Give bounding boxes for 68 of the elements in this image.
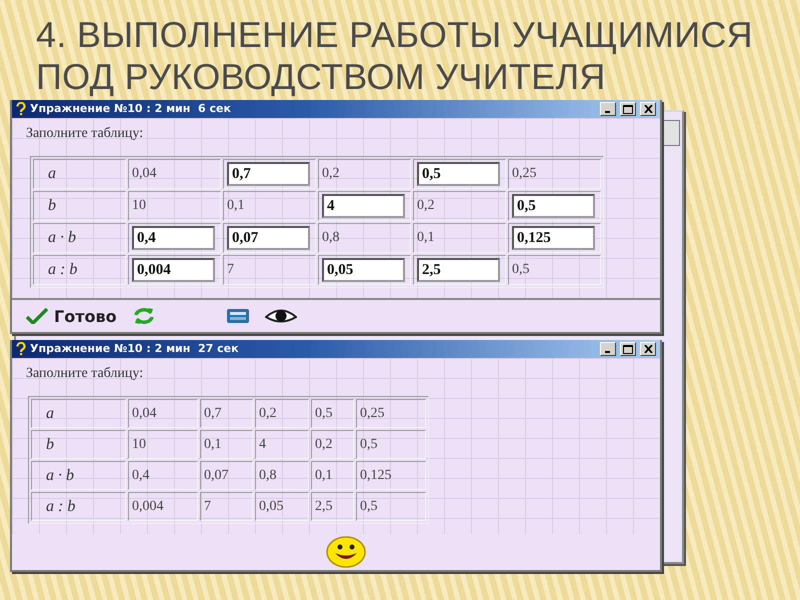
table-cell: 0,25 — [356, 399, 426, 428]
table-cell: 0,25 — [508, 159, 601, 189]
table-cell: 0,05 — [255, 492, 309, 521]
instruction-text: Заполните таблицу: — [26, 365, 144, 383]
row-label: a — [31, 399, 126, 428]
table-cell: 0,5 — [311, 399, 354, 428]
table-cell: 10 — [128, 191, 221, 221]
done-button[interactable]: Готово — [26, 306, 117, 326]
answer-field[interactable]: 0,07 — [227, 226, 310, 250]
table-cell: 0,8 — [318, 223, 411, 253]
row-label: a : b — [31, 492, 126, 521]
table-cell: 0,04 — [128, 159, 221, 189]
row-label: b — [31, 430, 126, 459]
answer-field[interactable]: 0,4 — [132, 226, 215, 250]
table-cell: 0,2 — [255, 399, 309, 428]
row-label: a : b — [33, 255, 126, 285]
table-cell: 0,4 — [128, 461, 198, 490]
answer-field[interactable]: 2,5 — [417, 258, 500, 282]
close-icon — [644, 105, 652, 113]
table-cell: 0,2 — [318, 159, 411, 189]
table-cell: 7 — [200, 492, 253, 521]
check-icon — [26, 308, 48, 324]
table-cell: 0,1 — [311, 461, 354, 490]
table-cell: 2,5 — [311, 492, 354, 521]
table-cell: 0,125 — [356, 461, 426, 490]
instruction-text: Заполните таблицу: — [26, 125, 144, 143]
maximize-icon — [623, 104, 633, 114]
help-icon — [16, 102, 26, 116]
help-icon — [16, 342, 26, 356]
table-cell: 0,5 — [508, 255, 601, 285]
answer-field[interactable]: 0,7 — [227, 162, 310, 186]
table-cell: 0,5 — [356, 430, 426, 459]
table-cell: 0,7 — [200, 399, 253, 428]
slide-title: 4. ВЫПОЛНЕНИЕ РАБОТЫ УЧАЩИМИСЯ ПОД РУКОВОДСТВОМ УЧИТЕЛЯ — [36, 14, 754, 98]
table-cell: 4 — [255, 430, 309, 459]
table-cell: 0,004 — [128, 492, 198, 521]
table-cell: 0,07 — [200, 461, 253, 490]
smiley-icon — [326, 536, 366, 568]
window-title: Упражнение №10 : 2 мин 6 сек — [30, 102, 232, 116]
table-cell: 0,1 — [200, 430, 253, 459]
maximize-button[interactable] — [620, 342, 636, 356]
answer-field[interactable]: 0,5 — [417, 162, 500, 186]
answer-field[interactable]: 0,5 — [512, 194, 595, 218]
minimize-button[interactable] — [600, 342, 616, 356]
answer-field[interactable]: 0,004 — [132, 258, 215, 282]
answer-field[interactable]: 0,05 — [322, 258, 405, 282]
table-cell: 0,2 — [413, 191, 506, 221]
maximize-button[interactable] — [620, 102, 636, 116]
row-label: a — [33, 159, 126, 189]
close-icon — [644, 345, 652, 353]
table-cell: 0,1 — [413, 223, 506, 253]
table-cell: 10 — [128, 430, 198, 459]
table-cell: 0,04 — [128, 399, 198, 428]
calculator-icon[interactable] — [226, 309, 249, 323]
table-cell: 0,8 — [255, 461, 309, 490]
answer-field[interactable]: 0,125 — [512, 226, 595, 250]
window-title: Упражнение №10 : 2 мин 27 сек — [30, 342, 240, 356]
row-label: a · b — [31, 461, 126, 490]
eye-icon[interactable] — [264, 308, 297, 324]
table-cell: 0,1 — [223, 191, 316, 221]
row-label: b — [33, 191, 126, 221]
row-label: a · b — [33, 223, 126, 253]
table-cell: 7 — [223, 255, 316, 285]
table-cell: 0,2 — [311, 430, 354, 459]
table-cell: 0,5 — [356, 492, 426, 521]
answer-field[interactable]: 4 — [322, 194, 405, 218]
minimize-button[interactable] — [600, 102, 616, 116]
maximize-icon — [623, 344, 633, 354]
